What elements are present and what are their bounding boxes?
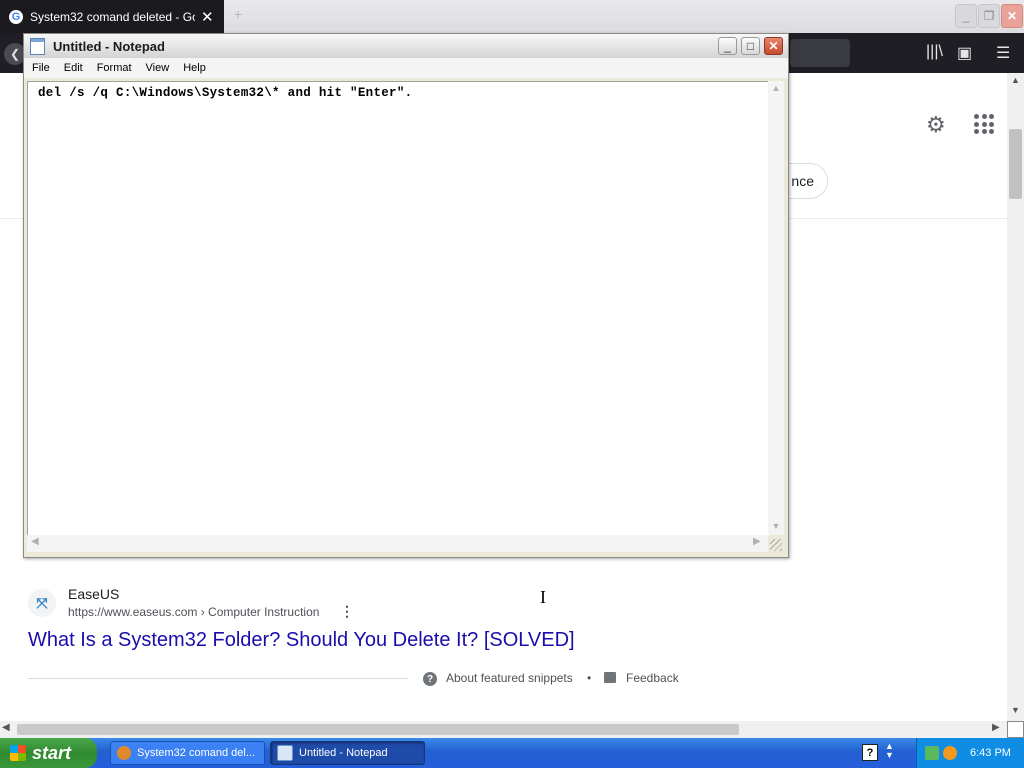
browser-close-button[interactable]: ✕ (1001, 4, 1023, 28)
browser-restore-button[interactable]: ❐ (978, 4, 1000, 28)
scroll-thumb[interactable] (1009, 129, 1022, 199)
notepad-icon (30, 37, 45, 55)
notepad-minimize-button[interactable]: _ (718, 37, 737, 55)
separator-dot: • (587, 671, 592, 685)
feedback-icon (604, 672, 616, 683)
url-bar[interactable] (790, 39, 850, 67)
scroll-right-icon[interactable]: ▶ (992, 722, 1000, 733)
page-vertical-scrollbar[interactable]: ▲ ▼ (1007, 73, 1024, 721)
result-site-name: EaseUS (68, 586, 120, 602)
horizontal-scroll-thumb[interactable] (17, 724, 739, 735)
notepad-menubar: File Edit Format View Help (24, 58, 788, 78)
menu-format[interactable]: Format (90, 58, 139, 78)
notepad-scroll-down-icon[interactable]: ▼ (768, 521, 784, 531)
google-apps-icon[interactable] (974, 114, 994, 134)
scroll-left-icon[interactable]: ◀ (2, 722, 10, 733)
help-circle-icon: ? (423, 672, 437, 686)
scroll-corner (1007, 721, 1024, 738)
start-label: start (32, 742, 72, 763)
notepad-vertical-scrollbar[interactable]: ▲ ▼ (768, 81, 784, 535)
resize-grip-icon[interactable] (770, 539, 782, 551)
notepad-scroll-up-icon[interactable]: ▲ (768, 83, 784, 93)
notepad-titlebar[interactable]: Untitled - Notepad (24, 34, 788, 58)
settings-gear-icon[interactable]: ⚙ (926, 112, 946, 138)
taskbar-item-firefox[interactable]: System32 comand del... (110, 741, 265, 765)
firefox-icon (117, 746, 131, 760)
library-icon[interactable]: |||\ (926, 43, 943, 61)
windows-logo-icon (10, 745, 26, 761)
sidebar-icon[interactable]: ▣ (957, 43, 972, 63)
notepad-maximize-button[interactable]: □ (741, 37, 760, 55)
result-url: https://www.easeus.com › Computer Instru… (68, 605, 320, 619)
page-horizontal-scrollbar[interactable]: ◀ ▶ (0, 721, 1007, 738)
taskbar-item-notepad[interactable]: Untitled - Notepad (270, 741, 425, 765)
search-tray-icon[interactable] (943, 746, 957, 760)
notepad-small-icon (277, 745, 293, 761)
tray-help-icon[interactable]: ? (862, 744, 878, 761)
snippet-divider (28, 678, 408, 679)
taskbar-item-label: System32 comand del... (137, 747, 256, 759)
notepad-title: Untitled - Notepad (53, 38, 165, 54)
easeus-favicon-icon: ⤧ (28, 589, 56, 617)
notepad-close-button[interactable]: ✕ (764, 37, 783, 55)
notepad-horizontal-scrollbar[interactable]: ◀ ▶ (27, 535, 768, 552)
notepad-window: Untitled - Notepad _ □ ✕ File Edit Forma… (23, 33, 789, 607)
new-tab-button[interactable]: + (234, 6, 242, 22)
browser-tab[interactable]: G System32 comand deleted - Googl ✕ (0, 0, 224, 33)
menu-view[interactable]: View (139, 58, 177, 78)
clock: 6:43 PM (970, 747, 1011, 759)
google-favicon-icon: G (9, 9, 23, 24)
start-button[interactable]: start (0, 738, 97, 768)
text-cursor-icon: I (540, 587, 546, 607)
tab-close-icon[interactable]: ✕ (201, 8, 214, 26)
notepad-scroll-left-icon[interactable]: ◀ (31, 536, 39, 547)
tray-expand-icon[interactable]: ▲ ▼ (885, 742, 894, 760)
notepad-content[interactable]: del /s /q C:\Windows\System32\* and hit … (38, 86, 412, 100)
tab-title: System32 comand deleted - Googl (30, 9, 195, 24)
menu-icon[interactable]: ☰ (996, 43, 1010, 63)
feedback-link[interactable]: Feedback (626, 671, 679, 685)
system-tray: 6:43 PM (916, 738, 1024, 768)
browser-titlebar: G System32 comand deleted - Googl ✕ + _ … (0, 0, 1024, 33)
scroll-up-icon[interactable]: ▲ (1007, 75, 1024, 85)
result-title-link[interactable]: What Is a System32 Folder? Should You De… (28, 629, 575, 652)
about-snippets-link[interactable]: About featured snippets (446, 671, 573, 685)
network-icon[interactable] (925, 746, 939, 760)
result-more-icon[interactable]: ⋮ (340, 603, 354, 620)
taskbar-item-label: Untitled - Notepad (299, 747, 388, 759)
notepad-scroll-right-icon[interactable]: ▶ (753, 536, 761, 547)
menu-file[interactable]: File (24, 58, 57, 78)
scroll-down-icon[interactable]: ▼ (1007, 705, 1024, 715)
notepad-text-area[interactable]: del /s /q C:\Windows\System32\* and hit … (27, 81, 769, 607)
menu-help[interactable]: Help (176, 58, 213, 78)
browser-minimize-button[interactable]: _ (955, 4, 977, 28)
menu-edit[interactable]: Edit (57, 58, 90, 78)
